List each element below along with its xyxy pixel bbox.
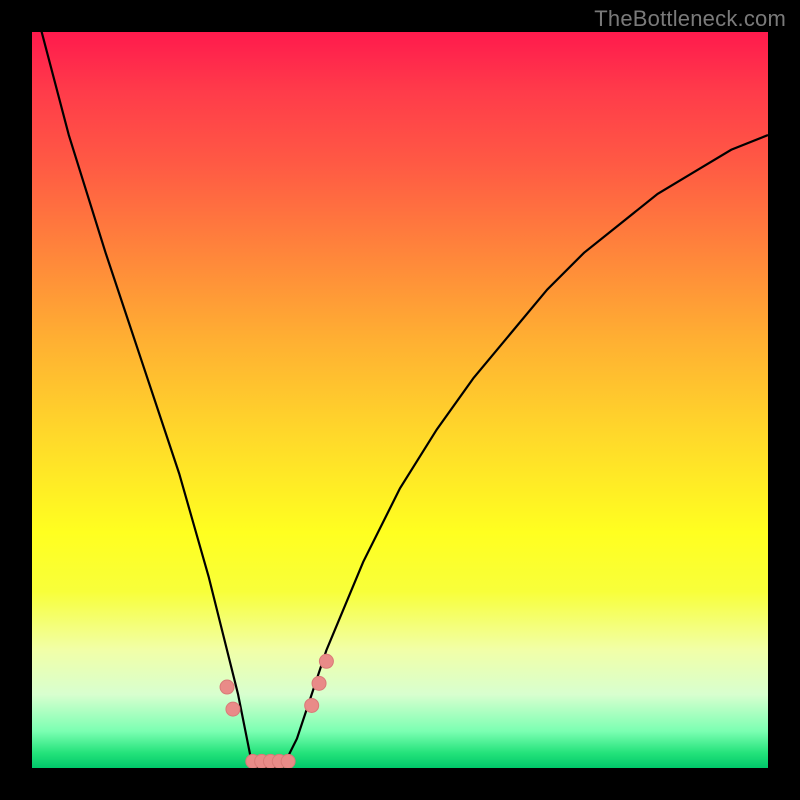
curve-markers xyxy=(220,654,333,768)
curve-marker xyxy=(281,754,295,768)
chart-frame: TheBottleneck.com xyxy=(0,0,800,800)
watermark-text: TheBottleneck.com xyxy=(594,6,786,32)
bottleneck-curve-svg xyxy=(32,32,768,768)
plot-area xyxy=(32,32,768,768)
curve-marker xyxy=(220,680,234,694)
bottleneck-curve-path xyxy=(32,32,768,768)
curve-marker xyxy=(226,702,240,716)
curve-marker xyxy=(319,654,333,668)
curve-marker xyxy=(305,698,319,712)
curve-marker xyxy=(312,676,326,690)
